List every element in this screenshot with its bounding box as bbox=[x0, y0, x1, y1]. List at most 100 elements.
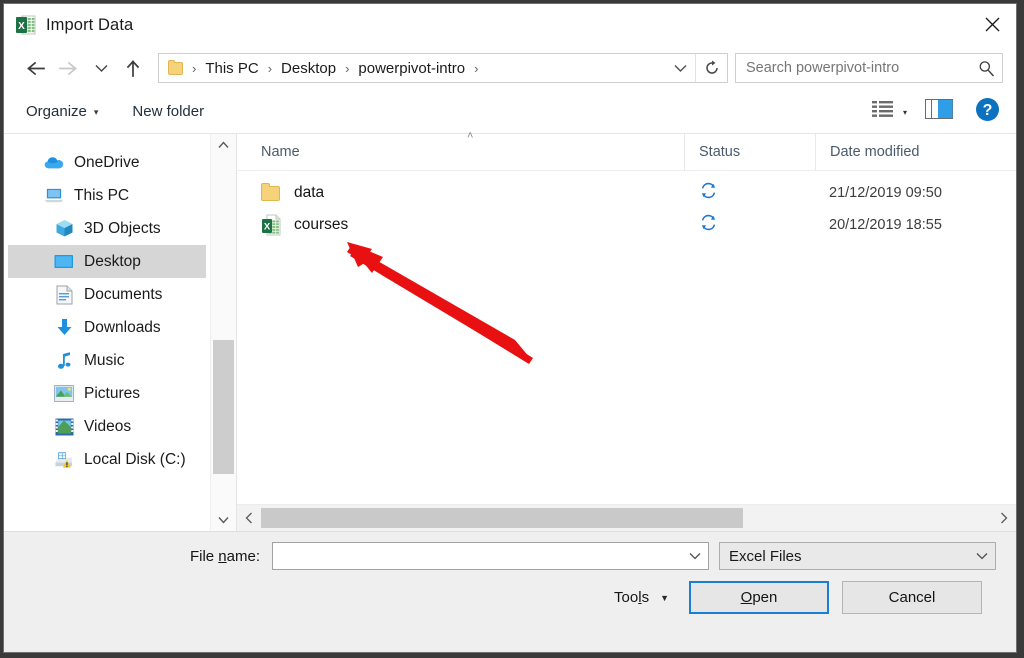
sidebar-item-3d-objects[interactable]: 3D Objects bbox=[8, 212, 206, 245]
scrollbar-thumb[interactable] bbox=[213, 339, 234, 474]
downloads-icon bbox=[54, 318, 74, 338]
status-cell bbox=[684, 214, 815, 236]
desktop-icon bbox=[54, 252, 74, 272]
sidebar-item-downloads[interactable]: Downloads bbox=[8, 311, 206, 344]
scrollbar-track[interactable] bbox=[261, 505, 992, 531]
scroll-right-chevron-right-icon[interactable] bbox=[992, 505, 1016, 531]
scrollbar-track[interactable] bbox=[211, 156, 236, 509]
breadcrumb-separator: › bbox=[474, 60, 479, 76]
file-name-input[interactable] bbox=[272, 542, 709, 570]
table-row[interactable]: X courses 20/12/2019 18:55 bbox=[237, 209, 1016, 241]
command-bar: Organize ▾ New folder ▾ ? bbox=[4, 90, 1016, 134]
sidebar-item-label: Local Disk (C:) bbox=[84, 450, 186, 468]
sidebar-item-label: 3D Objects bbox=[84, 219, 161, 237]
file-name-label: File name: bbox=[4, 548, 272, 565]
help-icon: ? bbox=[975, 97, 1000, 126]
open-label-post: pen bbox=[752, 589, 778, 606]
file-type-select[interactable]: Excel Files bbox=[719, 542, 996, 570]
sidebar-item-onedrive[interactable]: OneDrive bbox=[8, 146, 206, 179]
cancel-label: Cancel bbox=[888, 589, 936, 606]
breadcrumb-separator: › bbox=[192, 60, 197, 76]
column-header-date-modified[interactable]: Date modified bbox=[815, 134, 1016, 170]
recent-locations-chevron-down-icon[interactable] bbox=[86, 52, 116, 84]
navigation-bar: › This PC › Desktop › powerpivot-intro ›… bbox=[4, 46, 1016, 90]
footer-buttons-row: Too l s ▼ Open Cancel bbox=[4, 581, 1016, 614]
preview-pane-button[interactable] bbox=[925, 99, 953, 124]
svg-text:X: X bbox=[18, 21, 25, 32]
tools-button[interactable]: Too l s ▼ bbox=[614, 589, 669, 606]
scroll-left-chevron-left-icon[interactable] bbox=[237, 505, 261, 531]
file-name-label-post: ame: bbox=[226, 547, 260, 565]
column-header-label: Name bbox=[261, 144, 300, 160]
file-type-value: Excel Files bbox=[729, 547, 802, 565]
forward-button[interactable] bbox=[52, 52, 86, 84]
sidebar-item-label: Pictures bbox=[84, 384, 140, 402]
open-button[interactable]: Open bbox=[689, 581, 829, 614]
up-button[interactable] bbox=[116, 52, 150, 84]
close-icon[interactable] bbox=[969, 4, 1016, 45]
sidebar-item-documents[interactable]: Documents bbox=[8, 278, 206, 311]
navigation-sidebar: OneDrive This PC 3D Objects Desktop Docu… bbox=[4, 134, 237, 531]
search-box[interactable]: Search powerpivot-intro bbox=[735, 53, 1003, 83]
file-name-label: data bbox=[294, 184, 325, 201]
file-name-chevron-down-icon[interactable] bbox=[682, 543, 708, 569]
file-list-pane: Name ˄ Status Date modified data 21/12/2… bbox=[237, 130, 1016, 531]
breadcrumb-item-this-pc[interactable]: This PC bbox=[203, 60, 260, 77]
open-label: Open bbox=[741, 589, 778, 606]
table-row[interactable]: data 21/12/2019 09:50 bbox=[237, 177, 1016, 209]
search-icon[interactable] bbox=[970, 54, 1002, 82]
new-folder-label: New folder bbox=[132, 103, 205, 120]
address-dropdown-chevron-down-icon[interactable] bbox=[665, 54, 695, 82]
tools-label-post: s bbox=[641, 589, 650, 606]
music-icon bbox=[54, 351, 74, 371]
sidebar-item-label: Videos bbox=[84, 417, 132, 435]
file-type-chevron-down-icon[interactable] bbox=[969, 543, 995, 569]
breadcrumb-item-powerpivot-intro[interactable]: powerpivot-intro bbox=[356, 60, 467, 77]
import-data-dialog: X Import Data › This PC › Desktop › powe… bbox=[3, 3, 1017, 653]
file-name-label-accel: n bbox=[218, 547, 227, 565]
breadcrumb-item-desktop[interactable]: Desktop bbox=[279, 60, 338, 77]
cancel-button[interactable]: Cancel bbox=[842, 581, 982, 614]
file-name-cell[interactable]: X courses bbox=[237, 214, 684, 236]
column-header-status[interactable]: Status bbox=[684, 134, 815, 170]
sidebar-item-videos[interactable]: Videos bbox=[8, 410, 206, 443]
file-list-horizontal-scrollbar[interactable] bbox=[237, 504, 1016, 531]
help-button[interactable]: ? bbox=[975, 97, 1000, 127]
sidebar-item-this-pc[interactable]: This PC bbox=[8, 179, 206, 212]
videos-icon bbox=[54, 417, 74, 437]
column-header-label: Status bbox=[699, 144, 741, 160]
sidebar-item-music[interactable]: Music bbox=[8, 344, 206, 377]
folder-icon bbox=[168, 59, 185, 76]
view-options-button[interactable]: ▾ bbox=[871, 100, 921, 123]
search-input[interactable]: Search powerpivot-intro bbox=[746, 60, 970, 76]
sidebar-vertical-scrollbar[interactable] bbox=[210, 134, 236, 531]
file-name-row: File name: Excel Files bbox=[4, 542, 1016, 570]
dialog-footer: File name: Excel Files Too l s ▼ Open Ca… bbox=[4, 531, 1016, 652]
scroll-up-chevron-up-icon[interactable] bbox=[211, 134, 236, 156]
status-cell bbox=[684, 182, 815, 204]
back-button[interactable] bbox=[18, 52, 52, 84]
address-bar[interactable]: › This PC › Desktop › powerpivot-intro › bbox=[158, 53, 728, 83]
new-folder-button[interactable]: New folder bbox=[132, 103, 204, 120]
sidebar-item-local-disk-c[interactable]: Local Disk (C:) bbox=[8, 443, 206, 476]
breadcrumb-separator: › bbox=[345, 60, 350, 76]
column-headers: Name ˄ Status Date modified bbox=[237, 130, 1016, 171]
sidebar-item-label: Downloads bbox=[84, 318, 161, 336]
sidebar-item-label: Desktop bbox=[84, 252, 141, 270]
organize-button[interactable]: Organize ▾ bbox=[26, 103, 98, 120]
scrollbar-thumb[interactable] bbox=[261, 508, 744, 528]
open-label-accel: O bbox=[740, 589, 753, 606]
scroll-down-chevron-down-icon[interactable] bbox=[211, 509, 236, 531]
column-header-name[interactable]: Name ˄ bbox=[237, 130, 684, 170]
folder-icon bbox=[261, 182, 283, 204]
svg-text:?: ? bbox=[983, 102, 993, 119]
sidebar-item-desktop[interactable]: Desktop bbox=[8, 245, 206, 278]
dialog-body: OneDrive This PC 3D Objects Desktop Docu… bbox=[4, 130, 1016, 531]
3d-objects-icon bbox=[54, 219, 74, 239]
sort-indicator-icon: ˄ bbox=[467, 130, 474, 142]
date-modified-cell: 20/12/2019 18:55 bbox=[829, 217, 942, 233]
column-header-label: Date modified bbox=[830, 144, 920, 160]
sidebar-item-pictures[interactable]: Pictures bbox=[8, 377, 206, 410]
file-name-cell[interactable]: data bbox=[237, 182, 684, 204]
refresh-icon[interactable] bbox=[695, 54, 727, 82]
